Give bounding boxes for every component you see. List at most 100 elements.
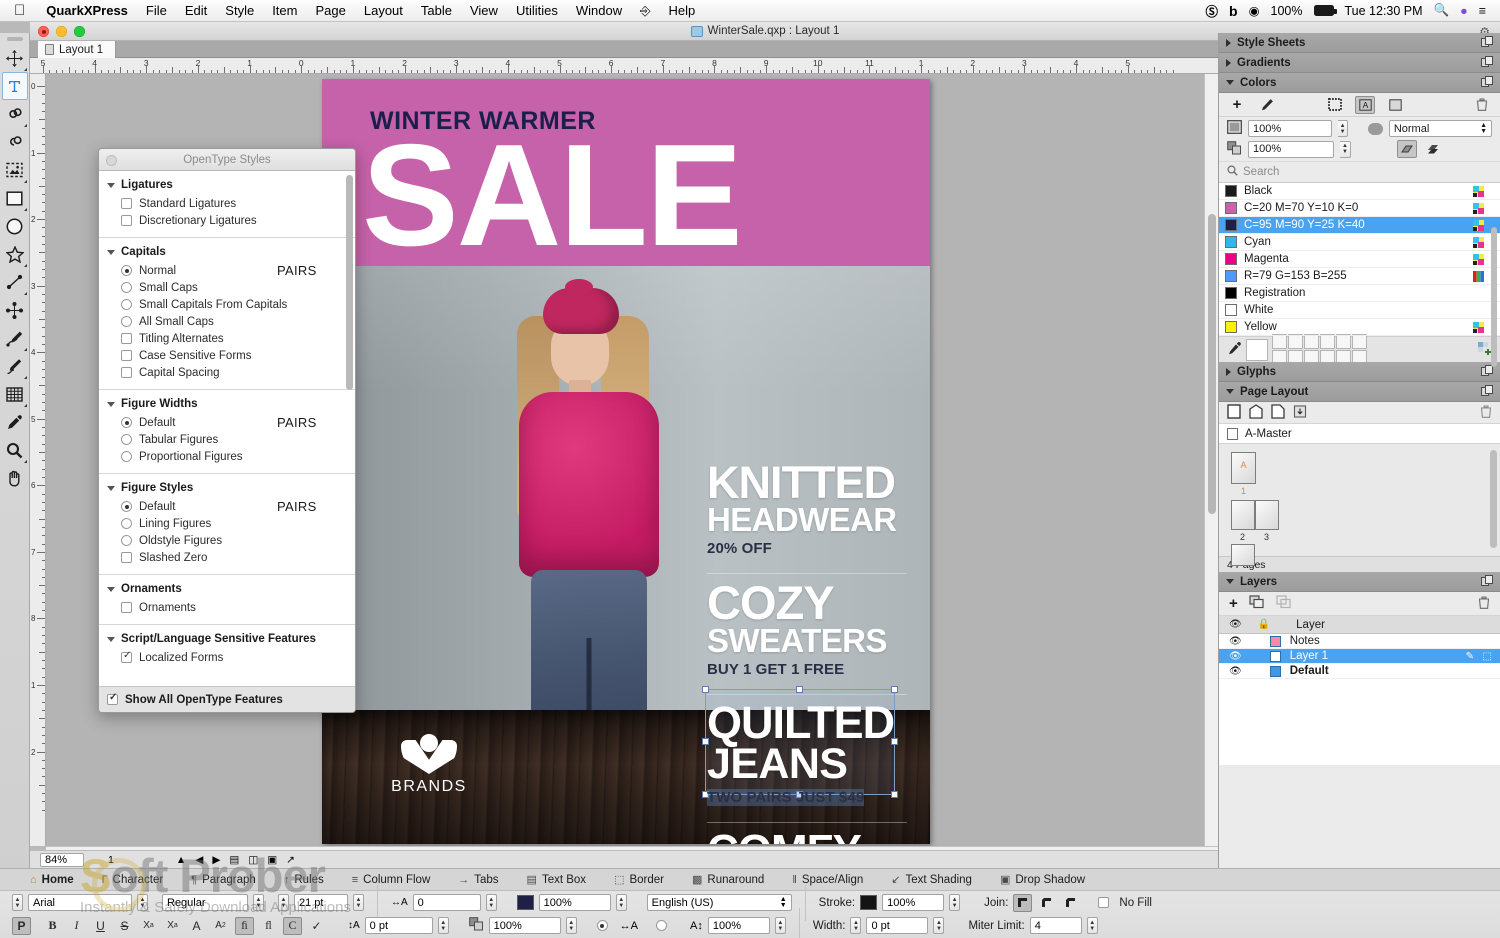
- checkbox[interactable]: [121, 552, 132, 563]
- single-view-icon[interactable]: ▣: [267, 854, 277, 866]
- option-small-capitals-from-capitals[interactable]: Small Capitals From Capitals: [99, 296, 355, 313]
- line-tool[interactable]: [2, 268, 28, 296]
- item-tool[interactable]: [2, 44, 28, 72]
- font-family-stepper-right[interactable]: ▲ ▼: [137, 894, 148, 911]
- frame-target-icon[interactable]: [1325, 96, 1345, 114]
- small-caps-type-button[interactable]: A2: [211, 917, 230, 935]
- notification-center-icon[interactable]: ≡: [1479, 4, 1486, 18]
- page-view-icon[interactable]: ▤: [229, 854, 239, 866]
- recent-color-chip[interactable]: [1288, 334, 1303, 349]
- recent-color-chip[interactable]: [1272, 334, 1287, 349]
- plus-icon[interactable]: +: [1227, 96, 1247, 114]
- option-oldstyle-figures[interactable]: Oldstyle Figures: [99, 532, 355, 549]
- radio-button[interactable]: [121, 282, 132, 293]
- siri-icon[interactable]: ●: [1460, 4, 1468, 18]
- recent-color-chip[interactable]: [1320, 334, 1335, 349]
- scale-amount-stepper[interactable]: ▲ ▼: [774, 917, 786, 934]
- master-page-row[interactable]: A-Master: [1219, 424, 1500, 444]
- miter-limit-stepper[interactable]: ▲ ▼: [1086, 917, 1098, 934]
- checkbox[interactable]: [121, 198, 132, 209]
- page-thumbnail-4[interactable]: [1231, 544, 1255, 566]
- undock-icon[interactable]: [1481, 36, 1493, 49]
- palette-header-gradients[interactable]: Gradients: [1219, 53, 1500, 73]
- group-header-script-language[interactable]: Script/Language Sensitive Features: [99, 631, 355, 649]
- eye-icon[interactable]: 👁: [1229, 651, 1242, 662]
- menu-item-app-name[interactable]: QuarkXPress: [37, 3, 137, 18]
- radio-button[interactable]: [121, 518, 132, 529]
- chevron-right-icon[interactable]: [1226, 367, 1231, 376]
- new-color-icon[interactable]: [1478, 341, 1492, 358]
- eye-icon[interactable]: 👁: [1229, 636, 1242, 647]
- chevron-right-icon[interactable]: [1226, 38, 1231, 47]
- document-page[interactable]: WINTER WARMER SALE KNITTED HEADWEAR 20% …: [322, 79, 930, 844]
- scale-amount-input[interactable]: 100%: [707, 917, 770, 934]
- recent-color-chip[interactable]: [1336, 334, 1351, 349]
- font-size-stepper-left[interactable]: ▲ ▼: [278, 894, 289, 911]
- measurements-tab-tabs[interactable]: → Tabs: [444, 869, 512, 891]
- strikethrough-type-button[interactable]: S: [115, 917, 134, 935]
- chevron-down-icon[interactable]: [1226, 579, 1234, 584]
- color-swatch-row[interactable]: Magenta: [1219, 251, 1500, 268]
- first-page-icon[interactable]: ▲: [176, 854, 186, 866]
- clock[interactable]: Tue 12:30 PM: [1345, 4, 1423, 18]
- tracking-stepper[interactable]: ▲ ▼: [485, 894, 497, 911]
- horizontal-scale-radio[interactable]: [596, 920, 608, 931]
- option-lining-figures[interactable]: Lining Figures: [99, 515, 355, 532]
- baseline-shift-stepper[interactable]: ▲ ▼: [437, 917, 449, 934]
- menu-item-style[interactable]: Style: [216, 3, 263, 18]
- menu-item-layout[interactable]: Layout: [355, 3, 412, 18]
- blend-mode-toggle-icon[interactable]: [1368, 122, 1383, 135]
- radio-button[interactable]: [121, 316, 132, 327]
- clear-formatting-button[interactable]: ✓: [307, 917, 326, 935]
- poster-header-band[interactable]: WINTER WARMER SALE: [322, 79, 930, 268]
- group-header-figure-widths[interactable]: Figure Widths: [99, 396, 355, 414]
- zoom-percentage-input[interactable]: 84%: [40, 852, 84, 867]
- poster-photo-area[interactable]: KNITTED HEADWEAR 20% OFF COZY SWEATERS B…: [322, 266, 930, 844]
- radio-button[interactable]: [121, 265, 132, 276]
- rectangle-box-tool[interactable]: [2, 184, 28, 212]
- color-swatch-row[interactable]: R=79 G=153 B=255: [1219, 268, 1500, 285]
- radio-button[interactable]: [121, 417, 132, 428]
- color-swatch-row[interactable]: Black: [1219, 183, 1500, 200]
- color-swatch-row[interactable]: C=95 M=90 Y=25 K=40: [1219, 217, 1500, 234]
- join-round-icon[interactable]: [1037, 894, 1056, 912]
- font-style-input[interactable]: Regular: [162, 894, 248, 911]
- close-icon[interactable]: [106, 155, 117, 166]
- chevron-down-icon[interactable]: [107, 401, 115, 407]
- menu-item-view[interactable]: View: [461, 3, 507, 18]
- stacked-gradient-icon[interactable]: [1423, 140, 1443, 158]
- opacity-target-icon[interactable]: [468, 917, 484, 934]
- menu-item-utilities[interactable]: Utilities: [507, 3, 567, 18]
- opacity-stepper[interactable]: ▲ ▼: [1340, 140, 1351, 158]
- resize-handle-n[interactable]: [796, 685, 803, 693]
- font-family-input[interactable]: Arial: [28, 894, 132, 911]
- width-stepper-left[interactable]: ▲ ▼: [850, 917, 862, 934]
- checkbox[interactable]: [121, 215, 132, 226]
- option-case-sensitive-forms[interactable]: Case Sensitive Forms: [99, 347, 355, 364]
- horizontal-ruler[interactable]: 5 4 3 2 1 0 1 2 3 4 5 6 7 8 9 10 11 1 2 3 4 5: [30, 58, 1218, 74]
- close-window-button[interactable]: [38, 26, 49, 37]
- checkbox[interactable]: [121, 650, 132, 663]
- measurements-tab-runaround[interactable]: ▩ Runaround: [678, 869, 778, 891]
- measurements-tab-column-flow[interactable]: ≡ Column Flow: [338, 869, 445, 891]
- radio-button[interactable]: [121, 434, 132, 445]
- plain-type-button[interactable]: P: [12, 916, 31, 935]
- duplicate-page-icon[interactable]: [1271, 403, 1285, 422]
- scripts-menu-icon[interactable]: ⎆: [631, 3, 659, 19]
- chevron-down-icon[interactable]: [107, 636, 115, 642]
- linear-gradient-icon[interactable]: [1397, 140, 1417, 158]
- option-localized-forms[interactable]: Localized Forms: [99, 649, 355, 666]
- group-header-capitals[interactable]: Capitals: [99, 244, 355, 262]
- opentype-type-button[interactable]: C: [283, 916, 302, 935]
- measurements-tab-border[interactable]: ⬚ Border: [600, 869, 678, 891]
- pan-hand-tool[interactable]: [2, 464, 28, 492]
- checkbox[interactable]: [121, 333, 132, 344]
- blend-mode-select[interactable]: Normal ▲ ▼: [1388, 120, 1492, 137]
- font-size-input[interactable]: 21 pt: [294, 894, 348, 911]
- font-style-stepper[interactable]: ▲ ▼: [253, 894, 264, 911]
- tools-palette-drag-handle[interactable]: [6, 37, 23, 41]
- trash-icon[interactable]: [1478, 595, 1490, 612]
- colors-list-scrollbar[interactable]: [1491, 227, 1497, 367]
- skype-icon[interactable]: Ⓢ: [1206, 1, 1219, 20]
- opentype-palette-title-bar[interactable]: OpenType Styles: [99, 149, 355, 171]
